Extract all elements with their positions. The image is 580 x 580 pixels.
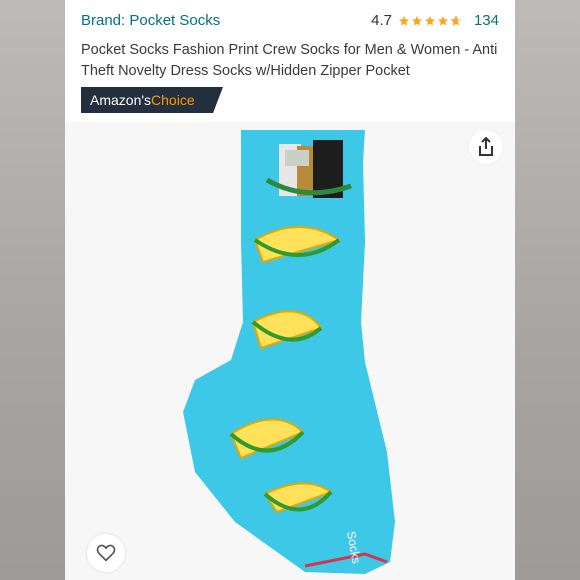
sock-illustration: Socks [183,130,395,574]
zipper-pocket [265,140,352,198]
rating-count[interactable]: 134 [474,12,499,29]
rating-value: 4.7 [371,12,392,29]
star-icon [437,15,449,27]
star-icon [424,15,436,27]
product-image[interactable]: Socks [65,122,515,580]
share-button[interactable] [469,130,503,164]
background-left [0,0,65,580]
rating-stars [398,15,462,27]
product-title: Pocket Socks Fashion Print Crew Socks fo… [81,42,498,79]
star-icon [398,15,410,27]
favorite-button[interactable] [87,534,125,572]
star-icon [411,15,423,27]
heart-icon [96,544,116,562]
background-right [515,0,580,580]
amazons-choice-badge: Amazon's Choice [81,87,223,113]
share-icon [479,137,493,156]
product-header: Brand: Pocket Socks 4.7 134 Pocket Socks… [65,0,515,122]
star-half-icon [450,15,462,27]
brand-link[interactable]: Brand: Pocket Socks [81,12,220,29]
rating[interactable]: 4.7 134 [371,12,499,29]
badge-prefix: Amazon's [90,92,152,108]
product-card: Brand: Pocket Socks 4.7 134 Pocket Socks… [65,0,515,580]
badge-choice: Choice [151,92,195,108]
